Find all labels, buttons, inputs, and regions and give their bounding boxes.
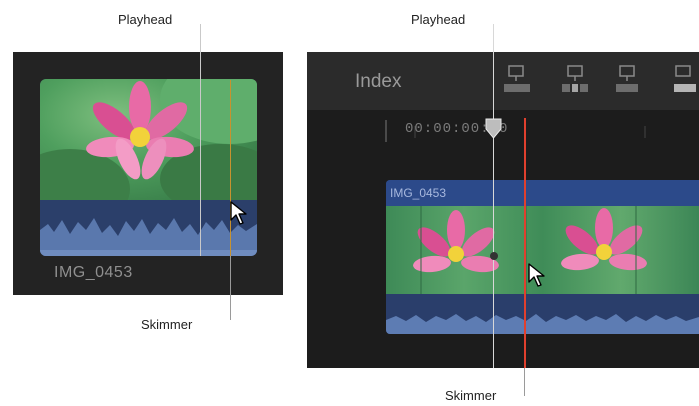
timeline-skimmer-callout: Skimmer	[445, 388, 497, 403]
skimmer-line[interactable]	[230, 80, 231, 256]
timeline-skimmer-line[interactable]	[524, 118, 526, 368]
playhead-line[interactable]	[200, 24, 201, 256]
timeline-clip-name: IMG_0453	[390, 186, 447, 200]
overwrite-clip-icon[interactable]	[668, 62, 698, 98]
playhead-dot	[490, 252, 498, 260]
timeline-playhead-line[interactable]	[493, 24, 494, 368]
index-button[interactable]: Index	[355, 71, 401, 93]
left-clip-name: IMG_0453	[54, 264, 133, 281]
timeline-pointer-cursor-icon	[528, 263, 545, 287]
clip-thumbnail	[40, 79, 257, 229]
insert-clip-icon[interactable]	[560, 62, 590, 98]
pointer-cursor-icon	[230, 201, 247, 225]
browser-clip[interactable]	[40, 79, 257, 256]
playhead-callout: Playhead	[118, 12, 173, 27]
timeline-clip[interactable]: IMG_0453	[386, 180, 699, 334]
lotus-flower-thumbnail	[40, 79, 257, 229]
clip-header: IMG_0453	[386, 180, 699, 206]
playhead-handle-icon[interactable]	[485, 118, 502, 140]
audio-waveform	[40, 200, 257, 256]
skimmer-leader-line	[230, 256, 231, 320]
clip-audio-waveform	[386, 294, 699, 334]
timeline-playhead-callout: Playhead	[411, 12, 466, 27]
connect-clip-icon[interactable]	[614, 62, 644, 98]
skimmer-callout: Skimmer	[141, 317, 193, 332]
timeline-skimmer-leader	[524, 368, 525, 396]
append-clip-icon[interactable]	[502, 62, 532, 98]
